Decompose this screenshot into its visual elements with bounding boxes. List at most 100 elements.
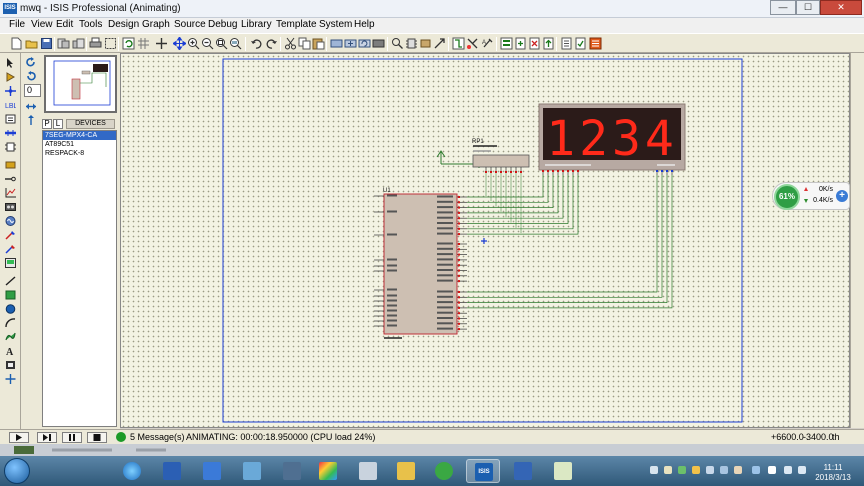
taskbar-notepad[interactable] (546, 459, 580, 483)
circle-draw-icon[interactable] (5, 304, 16, 314)
box-draw-icon[interactable] (5, 290, 16, 300)
zoom-area-icon[interactable] (229, 37, 242, 50)
origin-icon[interactable] (155, 37, 168, 50)
menu-graph[interactable]: Graph (142, 19, 170, 30)
library-manager-button[interactable]: L (53, 119, 63, 129)
redo-icon[interactable] (265, 37, 278, 50)
menu-debug[interactable]: Debug (208, 19, 237, 30)
tray-usb-icon[interactable] (720, 466, 728, 474)
package-tool-icon[interactable] (419, 37, 432, 50)
menu-design[interactable]: Design (108, 19, 139, 30)
maximize-button[interactable]: ☐ (796, 0, 820, 15)
tape-recorder-mode-icon[interactable] (5, 202, 16, 212)
zoom-out-icon[interactable] (201, 37, 214, 50)
rotate-clockwise-icon[interactable] (25, 57, 37, 68)
start-button[interactable] (4, 458, 30, 484)
taskbar-folder[interactable] (389, 459, 423, 483)
pan-icon[interactable] (173, 37, 186, 50)
cut-icon[interactable] (284, 37, 297, 50)
taskbar-media[interactable] (275, 459, 309, 483)
taskbar-paint[interactable] (311, 459, 345, 483)
device-item-at89c51[interactable]: AT89C51 (43, 140, 116, 149)
generator-mode-icon[interactable] (5, 216, 16, 226)
tray-flag-icon[interactable] (768, 466, 776, 474)
tray-input-icon[interactable] (664, 466, 672, 474)
schematic-canvas[interactable]: RP1 1234 U1 (120, 53, 850, 428)
zoom-all-icon[interactable] (215, 37, 228, 50)
tray-security-icon[interactable] (678, 466, 686, 474)
taskbar-360[interactable] (427, 459, 461, 483)
line-draw-icon[interactable] (5, 276, 16, 286)
import-section-icon[interactable] (57, 37, 70, 50)
design-explorer-icon[interactable] (500, 37, 513, 50)
current-probe-mode-icon[interactable] (5, 244, 16, 254)
save-icon[interactable] (40, 37, 53, 50)
overview-window[interactable] (44, 55, 117, 113)
path-draw-icon[interactable] (5, 332, 16, 342)
device-item-7seg-mpx4-ca[interactable]: 7SEG-MPX4-CA (43, 131, 116, 140)
messages-count[interactable]: 5 Message(s) (130, 432, 185, 442)
tray-network-icon[interactable] (784, 466, 792, 474)
menu-template[interactable]: Template (276, 19, 317, 30)
taskbar-explorer[interactable] (235, 459, 269, 483)
taskbar-ie[interactable] (115, 459, 149, 483)
menu-view[interactable]: View (31, 19, 53, 30)
grid-toggle-icon[interactable] (137, 37, 150, 50)
menu-system[interactable]: System (319, 19, 352, 30)
menu-file[interactable]: File (9, 19, 25, 30)
selection-mode-icon[interactable] (5, 58, 16, 68)
widget-expand-icon[interactable]: + (836, 190, 848, 202)
pick-devices-button[interactable]: P (42, 119, 52, 129)
tray-chevron-icon[interactable] (650, 466, 658, 474)
text-script-mode-icon[interactable] (5, 114, 16, 124)
messages-icon[interactable] (116, 432, 126, 442)
terminals-mode-icon[interactable] (5, 160, 16, 170)
network-speed-widget[interactable]: 61% 0K/s 0.4K/s + (772, 182, 850, 210)
remove-sheet-icon[interactable] (528, 37, 541, 50)
pause-button[interactable] (62, 432, 82, 443)
clock-time[interactable]: 11:11 (812, 463, 854, 472)
graph-mode-icon[interactable] (5, 188, 16, 198)
tray-keyboard-icon[interactable] (706, 466, 714, 474)
wire-autorouter-icon[interactable] (452, 37, 465, 50)
tray-clipboard-icon[interactable] (734, 466, 742, 474)
step-button[interactable] (37, 432, 57, 443)
menu-help[interactable]: Help (354, 19, 375, 30)
bill-of-materials-icon[interactable] (560, 37, 573, 50)
mirror-vertical-icon[interactable] (25, 115, 37, 126)
exit-to-parent-icon[interactable] (542, 37, 555, 50)
bus-mode-icon[interactable] (5, 128, 16, 138)
print-area-icon[interactable] (104, 37, 117, 50)
microcontroller-u1[interactable]: U1 (374, 188, 467, 339)
property-tool-icon[interactable]: A (481, 37, 494, 50)
menu-source[interactable]: Source (174, 19, 206, 30)
subcircuit-mode-icon[interactable] (5, 142, 16, 152)
new-sheet-icon[interactable] (514, 37, 527, 50)
wire-label-mode-icon[interactable]: LBL (5, 100, 16, 110)
paste-icon[interactable] (312, 37, 325, 50)
seven-segment-display[interactable]: 1234 (538, 103, 686, 175)
mirror-horizontal-icon[interactable] (25, 101, 37, 112)
play-button[interactable] (9, 432, 29, 443)
block-delete-icon[interactable] (372, 37, 385, 50)
taskbar-calc[interactable] (351, 459, 385, 483)
device-pins-mode-icon[interactable] (5, 174, 16, 184)
taskbar-keil[interactable] (506, 459, 540, 483)
block-move-icon[interactable] (344, 37, 357, 50)
taskbar-word[interactable] (155, 459, 189, 483)
export-section-icon[interactable] (72, 37, 85, 50)
voltage-probe-mode-icon[interactable] (5, 230, 16, 240)
symbol-draw-icon[interactable] (5, 360, 16, 370)
copy-icon[interactable] (298, 37, 311, 50)
netlist-to-ares-icon[interactable] (589, 37, 602, 50)
junction-dot-mode-icon[interactable] (5, 86, 16, 96)
print-icon[interactable] (89, 37, 102, 50)
close-button[interactable]: ✕ (820, 0, 862, 15)
taskbar-isis[interactable]: ISIS (466, 459, 500, 483)
text-draw-icon[interactable]: A (5, 346, 16, 356)
undo-icon[interactable] (250, 37, 263, 50)
block-rotate-icon[interactable] (358, 37, 371, 50)
schematic-drawing[interactable]: RP1 1234 U1 (121, 54, 851, 429)
taskbar-app-list[interactable] (195, 459, 229, 483)
menu-library[interactable]: Library (241, 19, 272, 30)
